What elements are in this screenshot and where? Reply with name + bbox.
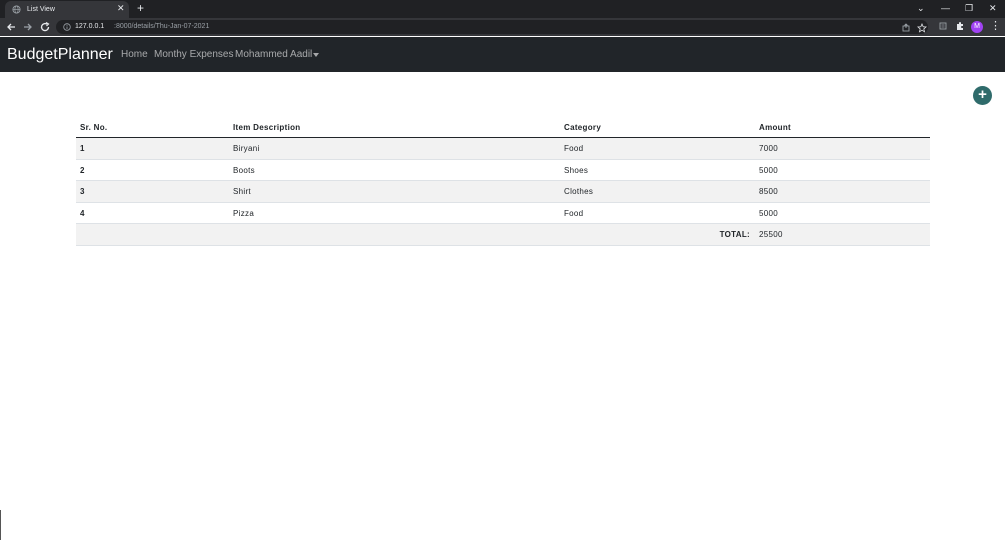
new-tab-icon[interactable]: + <box>137 2 144 15</box>
header-category: Category <box>564 123 602 132</box>
cell-category: Food <box>564 144 584 153</box>
browser-menu-icon[interactable]: ⋮ <box>990 20 1001 33</box>
profile-avatar[interactable]: M <box>971 21 983 33</box>
cell-category: Shoes <box>564 165 589 175</box>
restore-icon[interactable]: ❐ <box>965 2 973 14</box>
site-info-icon[interactable] <box>63 23 71 31</box>
close-window-icon[interactable]: ✕ <box>989 2 997 14</box>
reload-icon[interactable] <box>39 21 51 33</box>
app-navbar: BudgetPlanner Home Monthy Expenses Moham… <box>0 37 1005 72</box>
window-edge <box>0 510 1 540</box>
address-bar[interactable]: 127.0.0.1 :8000/details/Thu-Jan-07-2021 <box>56 20 928 34</box>
table-row: 1 Biryani Food 7000 <box>76 138 930 160</box>
extensions-puzzle-icon[interactable] <box>955 21 965 31</box>
cell-sr-no: 3 <box>80 187 85 196</box>
total-value: 25500 <box>759 230 783 239</box>
cell-amount: 5000 <box>759 165 778 175</box>
close-tab-icon[interactable]: ✕ <box>117 3 125 14</box>
table-row: 3 Shirt Clothes 8500 <box>76 181 930 203</box>
browser-toolbar: 127.0.0.1 :8000/details/Thu-Jan-07-2021 <box>0 18 1005 36</box>
header-sr-no: Sr. No. <box>80 123 108 132</box>
add-expense-button[interactable]: + <box>973 86 992 105</box>
cell-sr-no: 1 <box>80 144 85 153</box>
tab-search-icon[interactable]: ⌄ <box>917 2 925 14</box>
cell-sr-no: 4 <box>80 208 85 218</box>
table-row: 4 Pizza Food 5000 <box>76 203 930 224</box>
table-row: 2 Boots Shoes 5000 <box>76 160 930 181</box>
brand-logo[interactable]: BudgetPlanner <box>7 45 113 65</box>
tab-title: List View <box>27 6 55 13</box>
cell-category: Food <box>564 208 584 218</box>
cell-item: Shirt <box>233 187 251 196</box>
cell-amount: 8500 <box>759 187 778 196</box>
cell-item: Biryani <box>233 144 260 153</box>
cell-item: Pizza <box>233 208 255 218</box>
reading-list-icon[interactable] <box>938 21 948 31</box>
bookmark-star-icon[interactable] <box>917 23 927 33</box>
cell-amount: 5000 <box>759 208 778 218</box>
browser-tab[interactable]: List View ✕ <box>5 1 129 18</box>
nav-user-dropdown[interactable]: Mohammed Aadil <box>235 49 312 61</box>
forward-arrow-icon[interactable] <box>22 21 34 33</box>
table-header: Sr. No. Item Description Category Amount <box>76 117 930 138</box>
header-amount: Amount <box>759 123 792 132</box>
globe-icon <box>12 5 21 14</box>
share-icon[interactable] <box>901 23 911 33</box>
plus-icon: + <box>978 86 987 103</box>
total-label: TOTAL: <box>719 230 750 239</box>
cell-amount: 7000 <box>759 144 778 153</box>
header-item-description: Item Description <box>233 123 301 132</box>
cell-sr-no: 2 <box>80 165 85 175</box>
chevron-down-icon[interactable] <box>313 53 319 57</box>
url-path: :8000/details/Thu-Jan-07-2021 <box>114 23 210 30</box>
cell-category: Clothes <box>564 187 594 196</box>
table-total-row: TOTAL: 25500 <box>76 224 930 246</box>
minimize-icon[interactable]: — <box>941 2 950 14</box>
browser-tabstrip: List View ✕ + ⌄ — ❐ ✕ <box>0 0 1005 18</box>
back-arrow-icon[interactable] <box>5 21 17 33</box>
nav-monthly-expenses[interactable]: Monthy Expenses <box>154 49 234 61</box>
cell-item: Boots <box>233 165 255 175</box>
url-host: 127.0.0.1 <box>75 23 105 30</box>
expenses-table: Sr. No. Item Description Category Amount… <box>76 117 930 246</box>
nav-home[interactable]: Home <box>121 49 148 61</box>
